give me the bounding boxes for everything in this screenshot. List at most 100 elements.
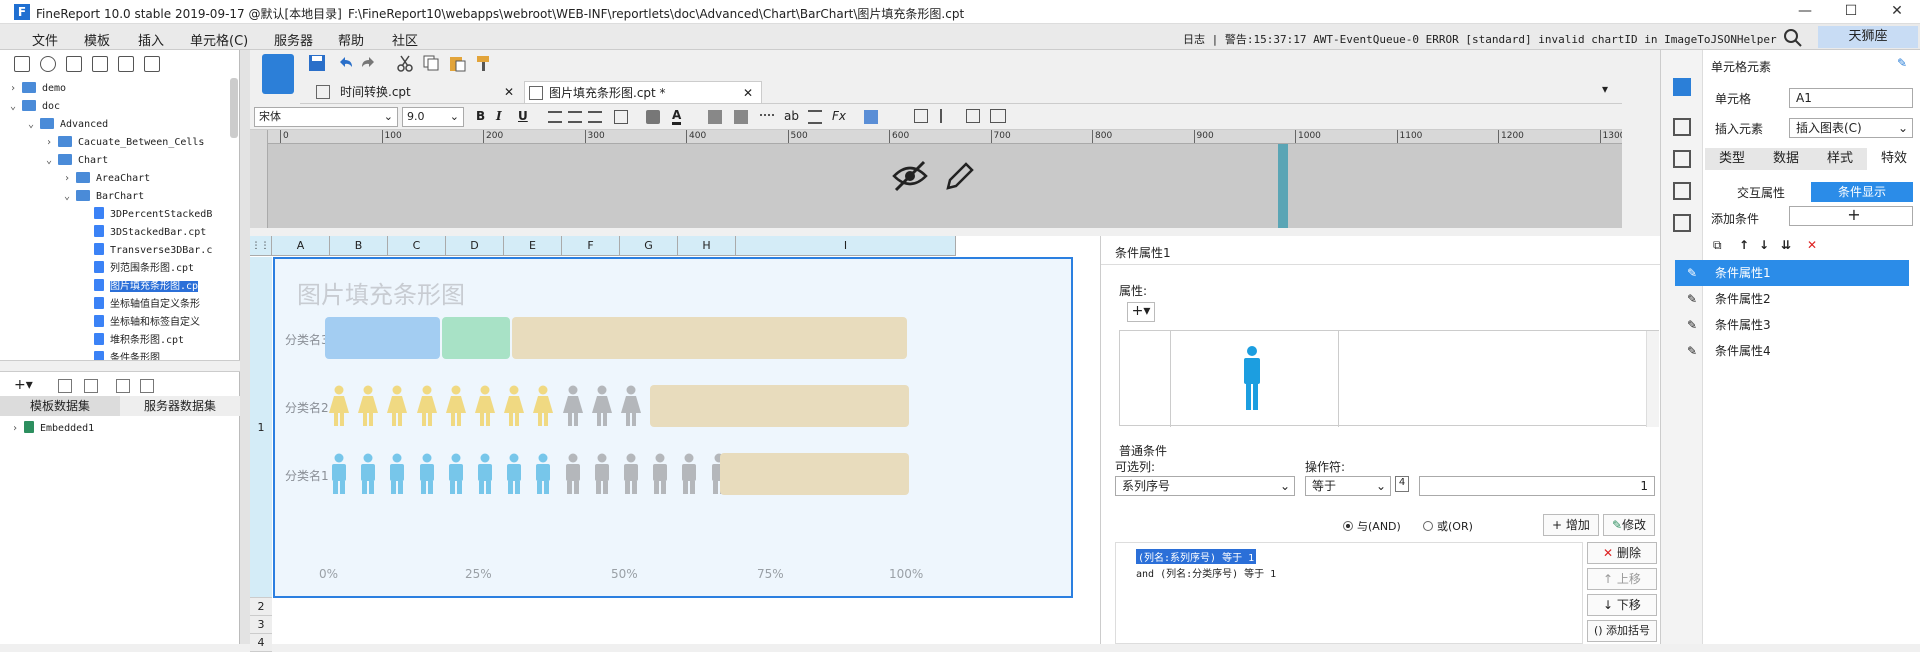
tree-arrow-icon[interactable]: ⌄ [46,152,58,170]
open-icon[interactable] [66,56,82,72]
condition-icon[interactable] [1673,214,1691,232]
delete-icon[interactable] [92,56,108,72]
paragraph-icon[interactable] [808,110,822,124]
tab-template-dataset[interactable]: 模板数据集 [0,396,120,416]
menu-server[interactable]: 服务器 [274,30,313,49]
format-painter-icon[interactable] [474,54,492,72]
preview-icon[interactable] [116,379,130,393]
condition-property-2[interactable]: ✎ 条件属性2 [1675,286,1909,312]
refresh-icon[interactable] [40,56,56,72]
condition-property-4[interactable]: ✎ 条件属性4 [1675,338,1909,364]
trash-icon[interactable] [84,379,98,393]
underline-button[interactable]: U [518,109,528,123]
modify-condition-button[interactable]: ✎修改 [1603,514,1655,536]
add-property-button[interactable]: +▾ [1127,302,1155,322]
merge-icon[interactable] [708,110,722,124]
barcode-icon[interactable] [966,109,980,123]
tree-scrollbar[interactable] [230,78,238,138]
tree-arrow-icon[interactable]: › [64,170,76,188]
minimize-icon[interactable]: — [1782,0,1828,24]
maximize-icon[interactable]: ☐ [1828,0,1874,24]
column-header-a[interactable]: A [272,236,330,256]
search-icon[interactable] [1783,28,1803,48]
add-parenthesis-button[interactable]: () 添加括号 [1587,620,1657,642]
close-tab-icon[interactable]: ✕ [743,82,753,104]
menu-cell[interactable]: 单元格(C) [190,30,248,49]
tree-arrow-icon[interactable]: › [46,134,58,152]
tree-file[interactable]: 坐标轴值自定义条形 [82,296,200,314]
column-header-b[interactable]: B [330,236,388,256]
tree-arrow-icon[interactable]: ⌄ [28,116,40,134]
tree-file[interactable]: 坐标轴和标签自定义 [82,314,200,332]
tab-style[interactable]: 样式 [1813,148,1867,170]
italic-button[interactable]: I [496,109,502,123]
select-all-corner[interactable]: ⋮⋮ [250,236,272,256]
tree-folder[interactable]: ⌄ Advanced [28,116,108,134]
cell-element-icon[interactable] [1673,78,1691,96]
column-header-h[interactable]: H [678,236,736,256]
paste-icon[interactable] [448,54,466,72]
tab-effect[interactable]: 特效 [1867,148,1920,170]
move-up-button[interactable]: ↑ 上移 [1587,568,1657,590]
insert-element-select[interactable]: 插入图表(C) ⌄ [1789,118,1913,138]
border-icon[interactable] [614,110,628,124]
tree-file[interactable]: 堆积条形图.cpt [82,332,184,350]
sort-icon[interactable]: ⇊ [1781,238,1791,252]
row-header-1[interactable]: 1 [250,257,272,598]
condition-property-3[interactable]: ✎ 条件属性3 [1675,312,1909,338]
condition-property-1[interactable]: ✎ 条件属性1 [1675,260,1909,286]
user-account-button[interactable]: 天狮座 [1818,26,1918,48]
log-status[interactable]: 日志 | 警告:15:37:17 AWT-EventQueue-0 ERROR … [1183,31,1777,47]
new-folder-icon[interactable] [14,56,30,72]
undo-icon[interactable] [336,54,354,72]
column-header-i[interactable]: I [736,236,956,256]
condition-item-1[interactable]: (列名:系列序号) 等于 1 [1136,549,1257,564]
tree-file[interactable]: Transverse3DBar.c [82,242,212,260]
bar-segment[interactable] [650,385,909,427]
subtab-condition-display[interactable]: 条件显示 [1811,182,1913,202]
chart-icon[interactable] [864,110,878,124]
dash-icon[interactable] [760,114,774,118]
preview-scrollbar[interactable] [1646,331,1659,427]
menu-file[interactable]: 文件 [32,30,58,49]
column-header-d[interactable]: D [446,236,504,256]
tree-folder[interactable]: ⌄ Chart [46,152,108,170]
close-tab-icon[interactable]: ✕ [504,81,514,103]
delete-icon[interactable]: ✕ [1807,238,1817,252]
tree-folder[interactable]: ⌄ BarChart [64,188,144,206]
collapse-icon[interactable] [144,56,160,72]
tree-folder[interactable]: › demo [10,80,66,98]
move-down-button[interactable]: ↓ 下移 [1587,594,1657,616]
or-radio[interactable]: 或(OR) [1423,518,1473,534]
text-icon[interactable]: ab [784,109,799,123]
menu-insert[interactable]: 插入 [138,30,164,49]
add-condition-plus-button[interactable]: + [1789,206,1913,226]
font-color-icon[interactable]: A [672,109,682,125]
subtab-interaction[interactable]: 交互属性 [1711,182,1811,204]
add-dataset-icon[interactable]: +▾ [14,377,33,393]
column-select[interactable]: 系列序号 ⌄ [1115,476,1295,496]
widget-icon[interactable] [1673,182,1691,200]
bar-segment[interactable] [511,317,907,359]
cell-input[interactable]: A1 [1789,88,1913,108]
delete-condition-button[interactable]: ✕ 删除 [1587,542,1657,564]
row-header-2[interactable]: 2 [250,598,272,616]
float-element-icon[interactable] [1673,150,1691,168]
copy-icon[interactable]: ⧉ [1713,238,1722,253]
tab-time-convert[interactable]: 时间转换.cpt ✕ [316,81,520,103]
fill-color-icon[interactable] [646,110,660,124]
bar-segment[interactable] [325,317,440,359]
tree-file[interactable]: 图片填充条形图.cp [82,278,199,296]
tree-file[interactable]: 3DPercentStackedB [82,206,212,224]
value-input[interactable]: 1 [1419,476,1655,496]
image-icon[interactable] [914,109,928,123]
column-header-f[interactable]: F [562,236,620,256]
arrow-down-icon[interactable]: ↓ [1759,238,1769,252]
cell-attr-icon[interactable] [1673,118,1691,136]
tree-file[interactable]: 列范围条形图.cpt [82,260,194,278]
slash-icon[interactable] [940,109,954,123]
menu-community[interactable]: 社区 [392,30,418,49]
tree-file[interactable]: 3DStackedBar.cpt [82,224,206,242]
bar-segment[interactable] [441,317,510,359]
tab-list-icon[interactable]: ▾ [1602,82,1608,96]
